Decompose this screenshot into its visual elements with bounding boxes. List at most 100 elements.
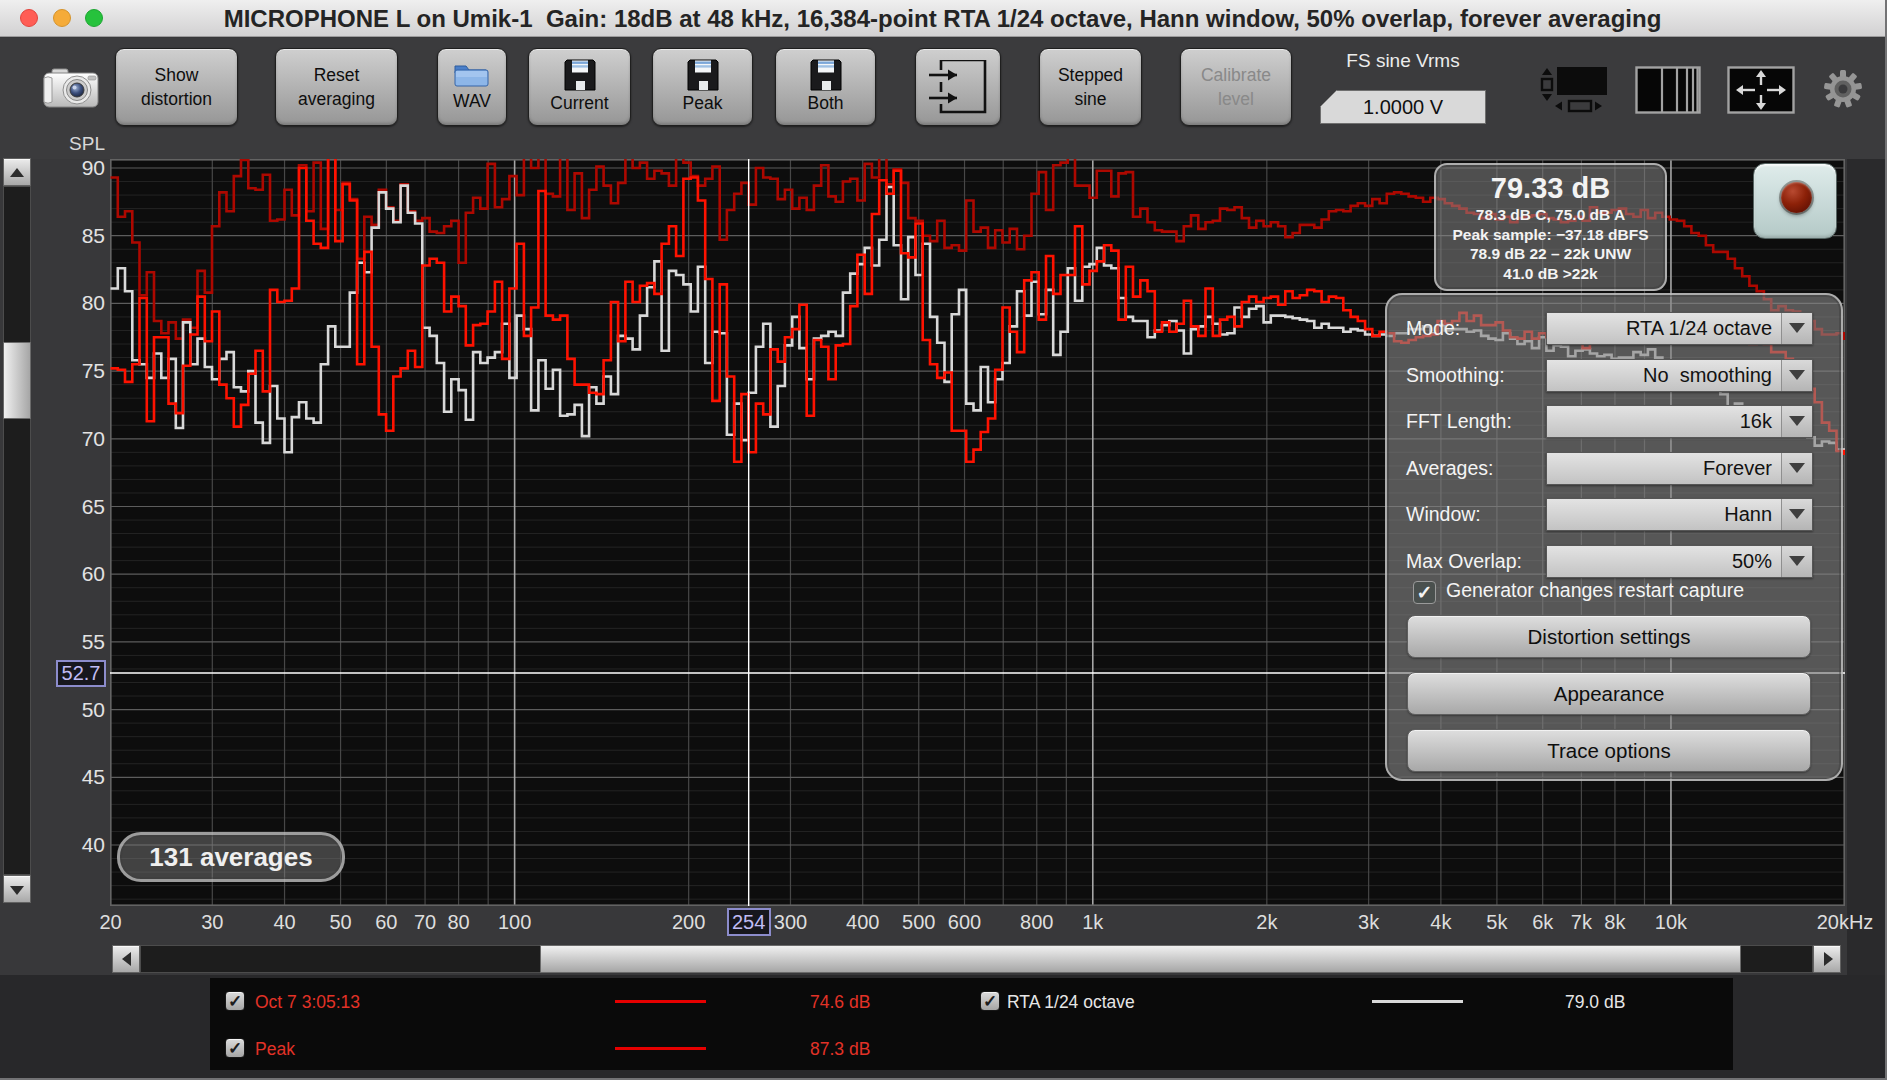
trace-value-rta: 79.0 dB bbox=[1565, 992, 1625, 1013]
scroll-right-button[interactable] bbox=[1813, 945, 1841, 973]
chevron-down-icon bbox=[1781, 499, 1812, 530]
appearance-button[interactable]: Appearance bbox=[1407, 672, 1811, 715]
x-tick-label: 10k bbox=[1655, 911, 1687, 934]
save-current-button[interactable]: Current bbox=[528, 48, 631, 126]
window-title: MICROPHONE L on Umik-1 Gain: 18dB at 48 … bbox=[0, 0, 1885, 36]
x-tick-label: 40 bbox=[273, 911, 295, 934]
chevron-down-icon bbox=[1781, 546, 1812, 577]
folder-icon bbox=[453, 61, 491, 89]
calibrate-level-button[interactable]: Calibrate level bbox=[1180, 48, 1292, 126]
mode-label: Mode: bbox=[1406, 312, 1460, 345]
floppy-disk-icon bbox=[564, 59, 596, 91]
y-tick-label: 85 bbox=[55, 224, 105, 248]
chevron-down-icon bbox=[1781, 406, 1812, 437]
show-distortion-button[interactable]: Show distortion bbox=[115, 48, 238, 126]
max-overlap-dropdown[interactable]: 50% bbox=[1546, 545, 1813, 578]
x-tick-label: 2k bbox=[1256, 911, 1277, 934]
spl-headline: 79.33 dB bbox=[1436, 171, 1665, 205]
averages-dropdown[interactable]: Forever bbox=[1546, 452, 1813, 485]
chevron-down-icon bbox=[1781, 360, 1812, 391]
chevron-down-icon bbox=[1781, 453, 1812, 484]
x-tick-label: 400 bbox=[846, 911, 879, 934]
floppy-disk-icon bbox=[810, 59, 842, 91]
trace-checkbox-current[interactable]: ✓ bbox=[225, 991, 245, 1011]
camera-icon[interactable] bbox=[43, 67, 99, 109]
x-tick-label: 60 bbox=[375, 911, 397, 934]
save-peak-button[interactable]: Peak bbox=[652, 48, 753, 126]
scroll-down-button[interactable] bbox=[3, 875, 31, 903]
right-strip bbox=[1847, 140, 1885, 975]
x-tick-label: 20 bbox=[99, 911, 121, 934]
x-tick-label: 70 bbox=[414, 911, 436, 934]
trace-options-button[interactable]: Trace options bbox=[1407, 729, 1811, 772]
y-tick-label: 80 bbox=[55, 291, 105, 315]
generator-restart-checkbox[interactable]: ✓ bbox=[1413, 581, 1436, 604]
x-tick-label: 300 bbox=[774, 911, 807, 934]
scroll-left-button[interactable] bbox=[112, 945, 140, 973]
trace-label-rta: RTA 1/24 octave bbox=[1007, 992, 1135, 1013]
trace-label-peak: Peak bbox=[255, 1039, 295, 1060]
window-dropdown[interactable]: Hann bbox=[1546, 498, 1813, 531]
mode-dropdown[interactable]: RTA 1/24 octave bbox=[1546, 312, 1813, 345]
fft-length-label: FFT Length: bbox=[1406, 405, 1512, 438]
trace-line-sample-rta bbox=[1372, 1000, 1463, 1003]
toolbar: Show distortion Reset averaging WAV Cu bbox=[0, 38, 1885, 159]
trace-line-sample-peak bbox=[615, 1047, 706, 1050]
x-tick-label: 8k bbox=[1604, 911, 1625, 934]
x-tick-label: 200 bbox=[672, 911, 705, 934]
horizontal-scrollbar-thumb[interactable] bbox=[540, 945, 1741, 973]
trace-checkbox-rta[interactable]: ✓ bbox=[980, 991, 1000, 1011]
x-tick-label: 30 bbox=[201, 911, 223, 934]
x-tick-label: 500 bbox=[902, 911, 935, 934]
fit-to-data-icon[interactable] bbox=[1727, 66, 1795, 114]
x-tick-label: 100 bbox=[498, 911, 531, 934]
fs-sine-vrms-label: FS sine Vrms bbox=[1318, 50, 1488, 72]
chevron-down-icon bbox=[1781, 313, 1812, 344]
x-tick-label: 5k bbox=[1486, 911, 1507, 934]
title-bar: MICROPHONE L on Umik-1 Gain: 18dB at 48 … bbox=[0, 0, 1885, 37]
stepped-sine-button[interactable]: Stepped sine bbox=[1039, 48, 1142, 126]
spl-axis-title: SPL bbox=[58, 133, 105, 155]
vertical-scrollbar-thumb[interactable] bbox=[3, 342, 31, 419]
save-both-button[interactable]: Both bbox=[775, 48, 876, 126]
trace-value-peak: 87.3 dB bbox=[810, 1039, 870, 1060]
x-tick-label: 800 bbox=[1020, 911, 1053, 934]
floppy-disk-icon bbox=[687, 59, 719, 91]
window-label: Window: bbox=[1406, 498, 1481, 531]
vertical-scrollbar-track[interactable] bbox=[3, 186, 31, 875]
distortion-settings-button[interactable]: Distortion settings bbox=[1407, 615, 1811, 658]
x-tick-label: 7k bbox=[1571, 911, 1592, 934]
trace-checkbox-peak[interactable]: ✓ bbox=[225, 1038, 245, 1058]
rta-settings-panel: Mode: RTA 1/24 octave Smoothing: No smoo… bbox=[1385, 293, 1843, 781]
max-overlap-label: Max Overlap: bbox=[1406, 545, 1522, 578]
y-tick-label: 70 bbox=[55, 427, 105, 451]
x-tick-label: 6k bbox=[1532, 911, 1553, 934]
averages-label: Averages: bbox=[1406, 452, 1493, 485]
record-button[interactable] bbox=[1753, 163, 1837, 239]
frequency-axis-icon[interactable] bbox=[1635, 66, 1701, 114]
smoothing-dropdown[interactable]: No smoothing bbox=[1546, 359, 1813, 392]
smoothing-label: Smoothing: bbox=[1406, 359, 1505, 392]
scroll-up-button[interactable] bbox=[3, 158, 31, 186]
save-wav-button[interactable]: WAV bbox=[437, 48, 507, 126]
reset-averaging-button[interactable]: Reset averaging bbox=[275, 48, 398, 126]
generator-restart-label: Generator changes restart capture bbox=[1446, 579, 1744, 602]
fft-length-dropdown[interactable]: 16k bbox=[1546, 405, 1813, 438]
input-routing-button[interactable] bbox=[915, 48, 1001, 126]
graph-limits-icon[interactable] bbox=[1538, 64, 1610, 114]
y-tick-label: 65 bbox=[55, 495, 105, 519]
trace-label-current: Oct 7 3:05:13 bbox=[255, 992, 360, 1013]
fs-sine-vrms-input[interactable]: 1.0000 V bbox=[1320, 90, 1486, 124]
x-tick-label: 1k bbox=[1082, 911, 1103, 934]
trace-legend: ✓ Oct 7 3:05:13 74.6 dB ✓ RTA 1/24 octav… bbox=[210, 978, 1733, 1070]
trace-value-current: 74.6 dB bbox=[810, 992, 870, 1013]
y-tick-label: 50 bbox=[55, 698, 105, 722]
rta-window: MICROPHONE L on Umik-1 Gain: 18dB at 48 … bbox=[0, 0, 1887, 1080]
x-tick-label: 20kHz bbox=[1817, 911, 1874, 934]
input-routing-icon bbox=[927, 60, 989, 114]
gear-icon[interactable] bbox=[1822, 68, 1864, 110]
y-tick-label: 60 bbox=[55, 562, 105, 586]
trace-line-sample-current bbox=[615, 1000, 706, 1003]
x-tick-label: 600 bbox=[948, 911, 981, 934]
cursor-frequency-readout: 254 bbox=[727, 908, 771, 936]
